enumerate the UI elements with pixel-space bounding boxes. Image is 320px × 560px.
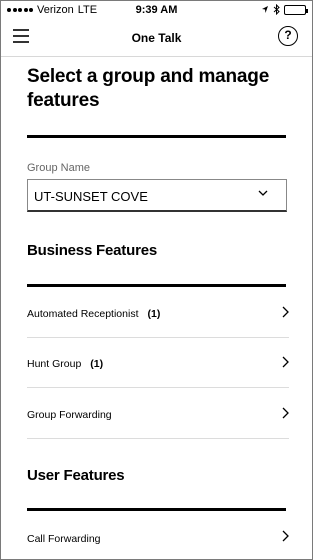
business-features-title: Business Features [27, 242, 157, 259]
chevron-right-icon [282, 530, 289, 542]
feature-row-call-forwarding[interactable]: Call Forwarding [27, 512, 289, 559]
title-divider [27, 135, 286, 138]
status-bar: Verizon LTE 9:39 AM [1, 1, 312, 19]
help-button[interactable]: ? [278, 26, 298, 46]
feature-label: Hunt Group (1) [27, 358, 104, 370]
user-features-divider [27, 508, 286, 511]
feature-row-automated-receptionist[interactable]: Automated Receptionist (1) [27, 288, 289, 338]
group-name-select[interactable]: UT-SUNSET COVE [27, 179, 287, 212]
chevron-right-icon [282, 306, 289, 318]
business-features-divider [27, 284, 286, 287]
chevron-down-icon [258, 190, 268, 196]
chevron-right-icon [282, 356, 289, 368]
feature-label: Group Forwarding [27, 409, 112, 421]
feature-row-hunt-group[interactable]: Hunt Group (1) [27, 338, 289, 388]
location-arrow-icon [262, 6, 268, 13]
header-title: One Talk [131, 31, 182, 45]
app-header: One Talk ? [1, 19, 312, 57]
group-name-value: UT-SUNSET COVE [34, 189, 148, 204]
feature-label: Automated Receptionist (1) [27, 308, 161, 320]
feature-count: (1) [90, 358, 104, 370]
feature-count: (1) [147, 308, 161, 320]
feature-row-group-forwarding[interactable]: Group Forwarding [27, 389, 289, 439]
user-features-title: User Features [27, 467, 125, 484]
battery-icon [284, 4, 308, 15]
app-frame: Verizon LTE 9:39 AM One Talk ? Select a … [0, 0, 313, 560]
bluetooth-icon [273, 4, 280, 15]
feature-label: Call Forwarding [27, 533, 101, 545]
page-title: Select a group and manage features [27, 66, 270, 111]
chevron-right-icon [282, 407, 289, 419]
group-name-label: Group Name [27, 162, 90, 174]
status-right [261, 4, 308, 15]
